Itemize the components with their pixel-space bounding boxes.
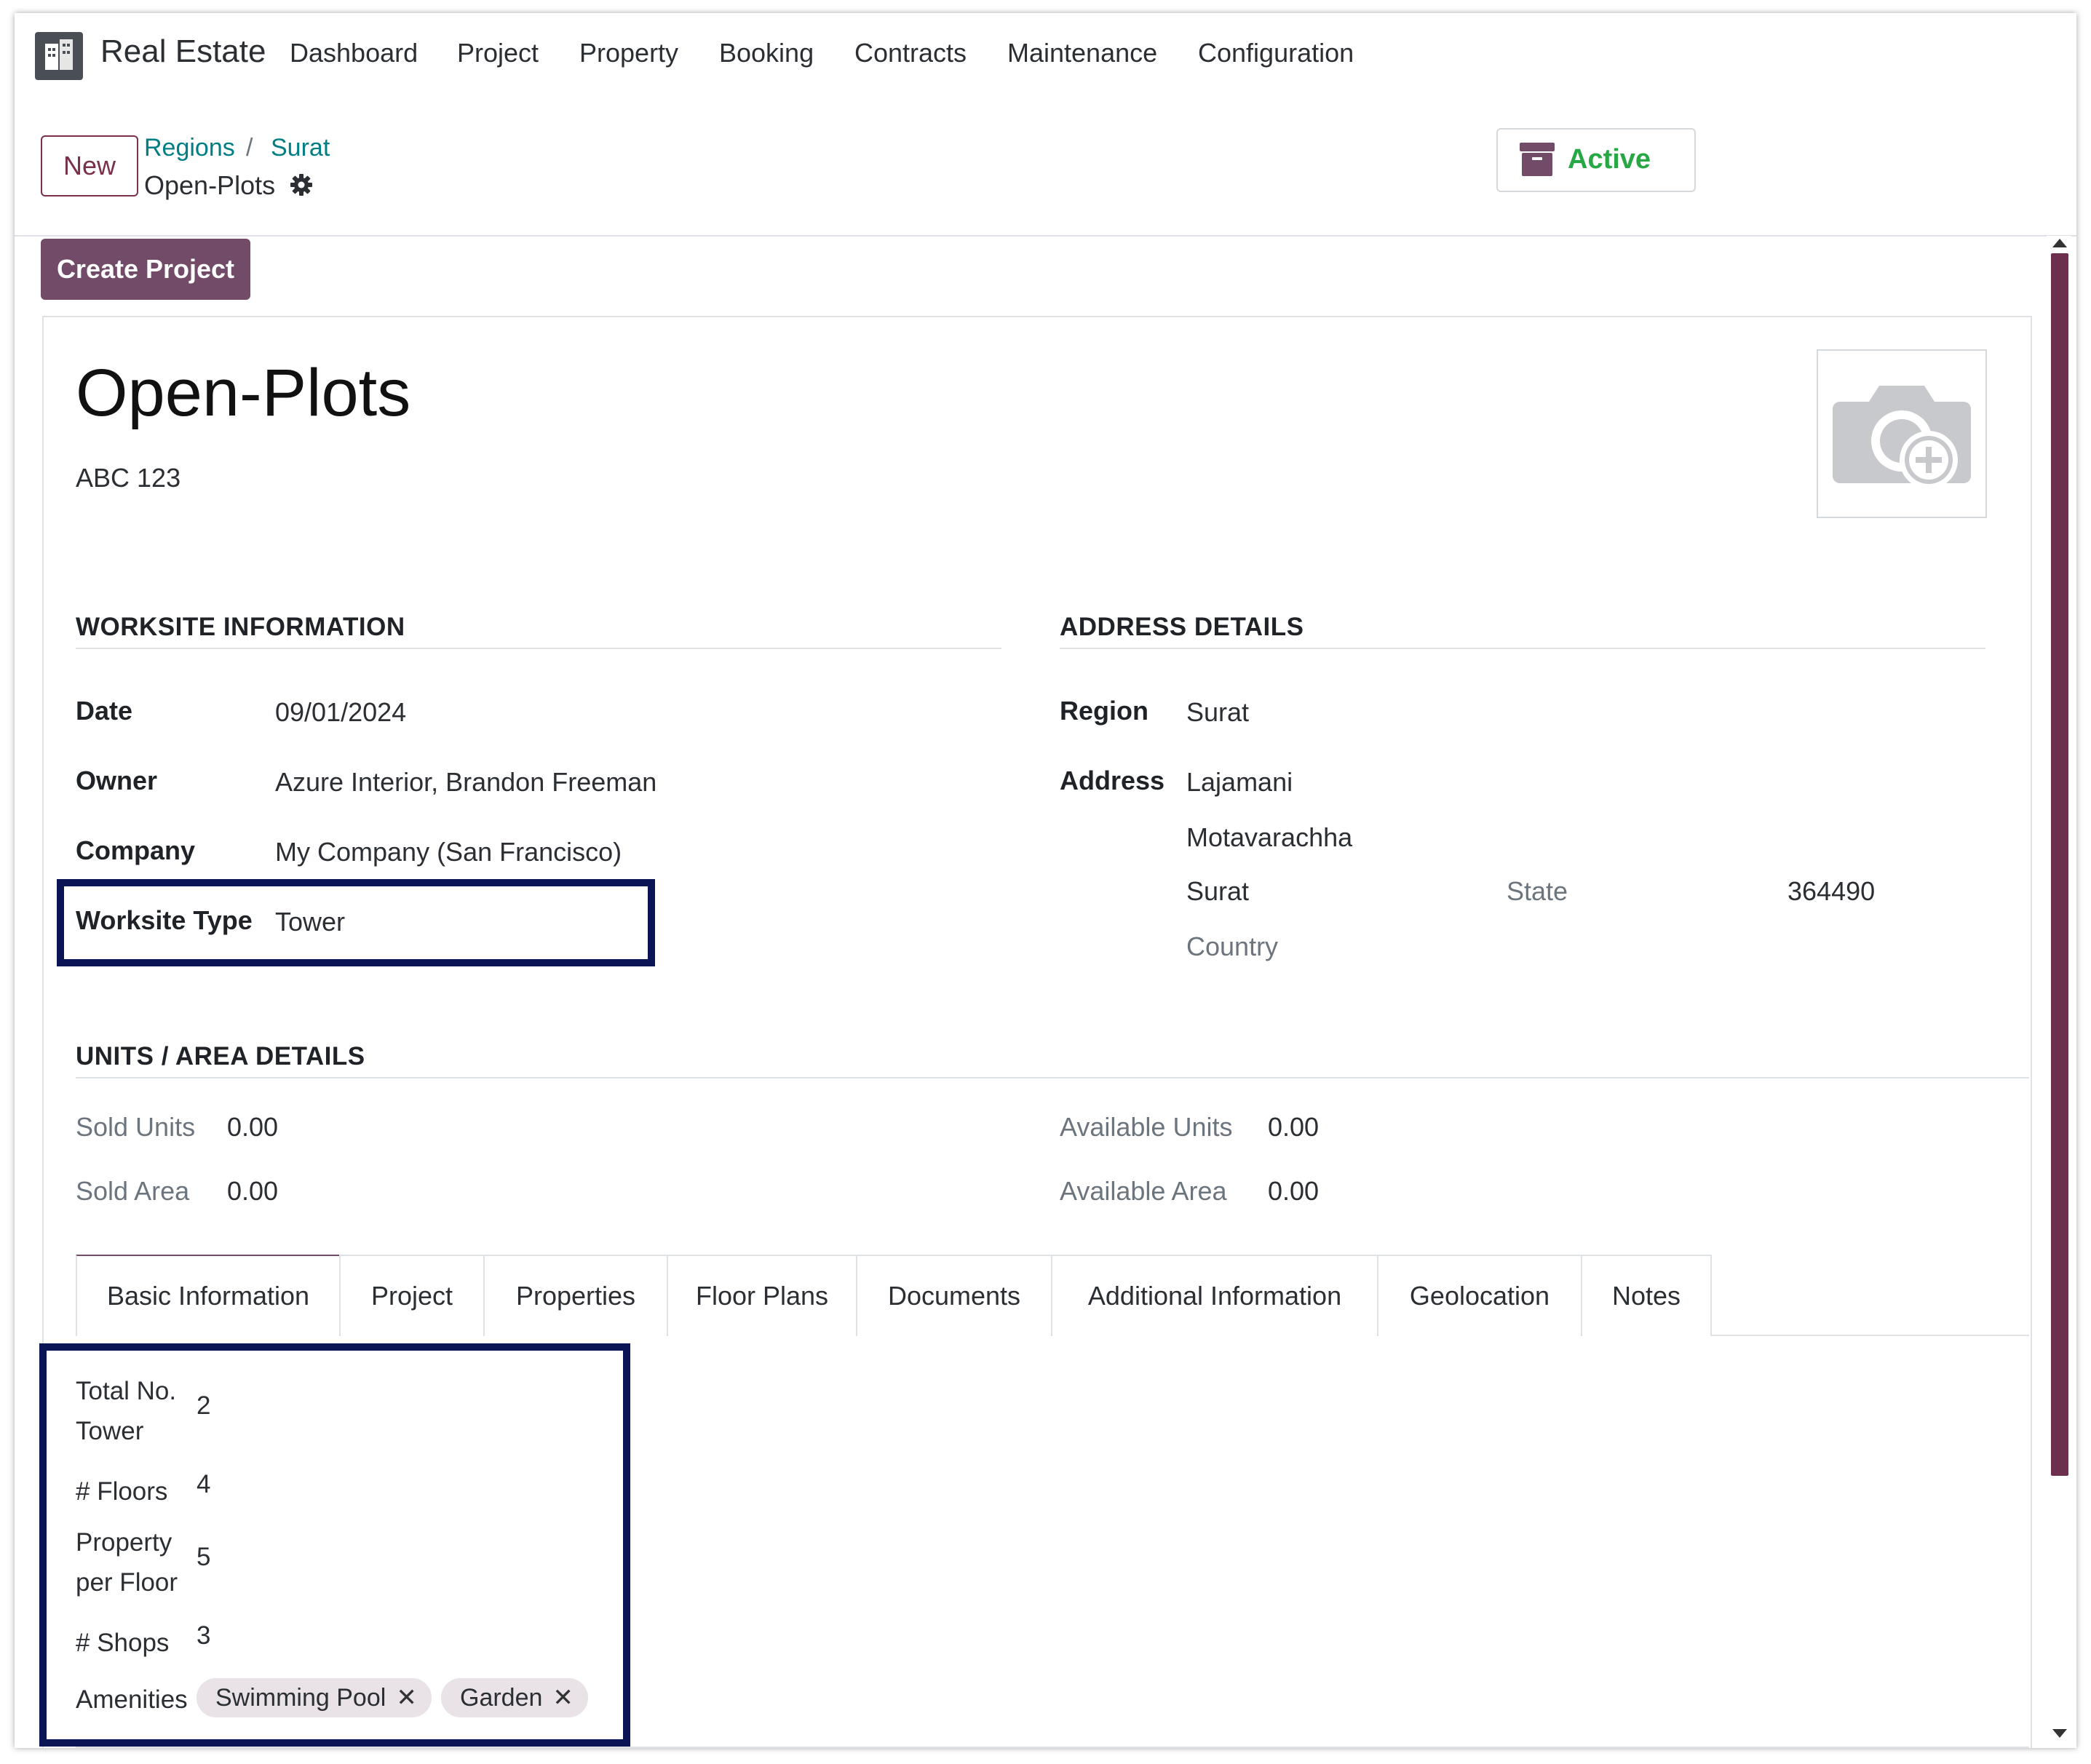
street2-field[interactable]: Motavarachha xyxy=(1186,822,1352,853)
owner-label: Owner xyxy=(76,766,158,795)
total-tower-label-line1: Total No. xyxy=(76,1377,177,1405)
active-status-label: Active xyxy=(1568,144,1651,175)
breadcrumb-separator: / xyxy=(246,134,253,162)
company-label: Company xyxy=(76,835,196,865)
street-field[interactable]: Lajamani xyxy=(1186,767,1293,798)
address-section-title: ADDRESS DETAILS xyxy=(1060,613,1304,641)
scroll-down-arrow-icon[interactable] xyxy=(2052,1729,2067,1738)
record-reference[interactable]: ABC 123 xyxy=(76,463,180,493)
tab-documents[interactable]: Documents xyxy=(856,1255,1052,1336)
menu-configuration[interactable]: Configuration xyxy=(1198,38,1354,68)
camera-add-icon xyxy=(1833,386,1971,489)
tab-project[interactable]: Project xyxy=(339,1255,485,1336)
breadcrumb-surat[interactable]: Surat xyxy=(271,134,330,162)
property-per-floor-field[interactable]: 5 xyxy=(197,1543,210,1572)
control-panel: New Regions / Surat Open-Plots Active xyxy=(15,100,2076,237)
divider xyxy=(76,1077,2029,1078)
top-navbar: Real Estate Dashboard Project Property B… xyxy=(15,13,2076,100)
total-tower-label-line2: Tower xyxy=(76,1417,144,1445)
available-units-label: Available Units xyxy=(1060,1112,1233,1142)
address-label: Address xyxy=(1060,766,1165,795)
state-field[interactable]: State xyxy=(1507,876,1568,907)
create-project-button[interactable]: Create Project xyxy=(41,239,250,300)
remove-tag-icon[interactable]: ✕ xyxy=(396,1683,417,1712)
amenity-tag-label: Swimming Pool xyxy=(215,1683,386,1712)
worksite-section-title: WORKSITE INFORMATION xyxy=(76,613,405,641)
amenity-tag[interactable]: Swimming Pool ✕ xyxy=(197,1678,432,1717)
property-per-floor-label-line2: per Floor xyxy=(76,1568,178,1597)
amenity-tag-label: Garden xyxy=(460,1683,543,1712)
gear-icon[interactable] xyxy=(290,173,313,196)
app-window: Real Estate Dashboard Project Property B… xyxy=(15,13,2076,1748)
menu-project[interactable]: Project xyxy=(457,38,539,68)
active-toggle-button[interactable]: Active xyxy=(1496,128,1696,192)
tab-additional-information[interactable]: Additional Information xyxy=(1051,1255,1378,1336)
floors-field[interactable]: 4 xyxy=(197,1470,210,1499)
menu-maintenance[interactable]: Maintenance xyxy=(1007,38,1157,68)
total-tower-label: Total No. Tower xyxy=(76,1371,176,1451)
scroll-up-arrow-icon[interactable] xyxy=(2052,239,2067,247)
region-field[interactable]: Surat xyxy=(1186,697,1249,728)
available-units-value: 0.00 xyxy=(1268,1112,1320,1142)
region-label: Region xyxy=(1060,696,1148,726)
date-label: Date xyxy=(76,696,133,726)
property-per-floor-label-line1: Property xyxy=(76,1528,172,1557)
sold-units-label: Sold Units xyxy=(76,1112,196,1142)
date-field[interactable]: 09/01/2024 xyxy=(275,697,406,728)
tab-properties[interactable]: Properties xyxy=(483,1255,668,1336)
amenities-label: Amenities xyxy=(76,1685,188,1714)
tab-geolocation[interactable]: Geolocation xyxy=(1377,1255,1582,1336)
total-tower-field[interactable]: 2 xyxy=(197,1391,210,1421)
country-field[interactable]: Country xyxy=(1186,931,1278,962)
tab-notes[interactable]: Notes xyxy=(1581,1255,1712,1336)
sold-units-value: 0.00 xyxy=(227,1112,279,1142)
zip-field[interactable]: 364490 xyxy=(1788,876,1875,907)
menu-contracts[interactable]: Contracts xyxy=(854,38,967,68)
tab-basic-information[interactable]: Basic Information xyxy=(76,1255,341,1336)
sold-area-value: 0.00 xyxy=(227,1176,279,1206)
breadcrumb-current: Open-Plots xyxy=(144,170,276,200)
available-area-value: 0.00 xyxy=(1268,1176,1320,1206)
floors-label: # Floors xyxy=(76,1477,168,1506)
divider xyxy=(1060,648,1985,649)
building-logo-icon[interactable] xyxy=(35,32,83,80)
image-upload[interactable] xyxy=(1817,349,1987,518)
breadcrumb-regions[interactable]: Regions xyxy=(144,134,235,162)
new-button[interactable]: New xyxy=(41,135,138,196)
shops-label: # Shops xyxy=(76,1629,170,1657)
units-section-title: UNITS / AREA DETAILS xyxy=(76,1042,365,1070)
city-field[interactable]: Surat xyxy=(1186,876,1249,907)
scrollbar-thumb[interactable] xyxy=(2051,253,2068,1476)
remove-tag-icon[interactable]: ✕ xyxy=(552,1683,574,1712)
divider xyxy=(76,648,1001,649)
menu-booking[interactable]: Booking xyxy=(719,38,814,68)
property-per-floor-label: Property per Floor xyxy=(76,1522,178,1602)
amenity-tag[interactable]: Garden ✕ xyxy=(441,1678,588,1717)
form-sheet: Open-Plots ABC 123 WORKSITE INFORMATION … xyxy=(39,316,2032,1748)
menu-property[interactable]: Property xyxy=(579,38,678,68)
divider xyxy=(76,1747,2029,1748)
shops-field[interactable]: 3 xyxy=(197,1621,210,1650)
app-title[interactable]: Real Estate xyxy=(100,33,266,70)
company-field[interactable]: My Company (San Francisco) xyxy=(275,837,622,867)
record-title[interactable]: Open-Plots xyxy=(76,355,410,432)
available-area-label: Available Area xyxy=(1060,1176,1227,1206)
owner-field[interactable]: Azure Interior, Brandon Freeman xyxy=(275,767,656,798)
sold-area-label: Sold Area xyxy=(76,1176,190,1206)
tab-floor-plans[interactable]: Floor Plans xyxy=(667,1255,857,1336)
archive-box-icon xyxy=(1520,143,1555,176)
menu-dashboard[interactable]: Dashboard xyxy=(290,38,418,68)
highlight-box-worksite-type xyxy=(57,879,655,966)
